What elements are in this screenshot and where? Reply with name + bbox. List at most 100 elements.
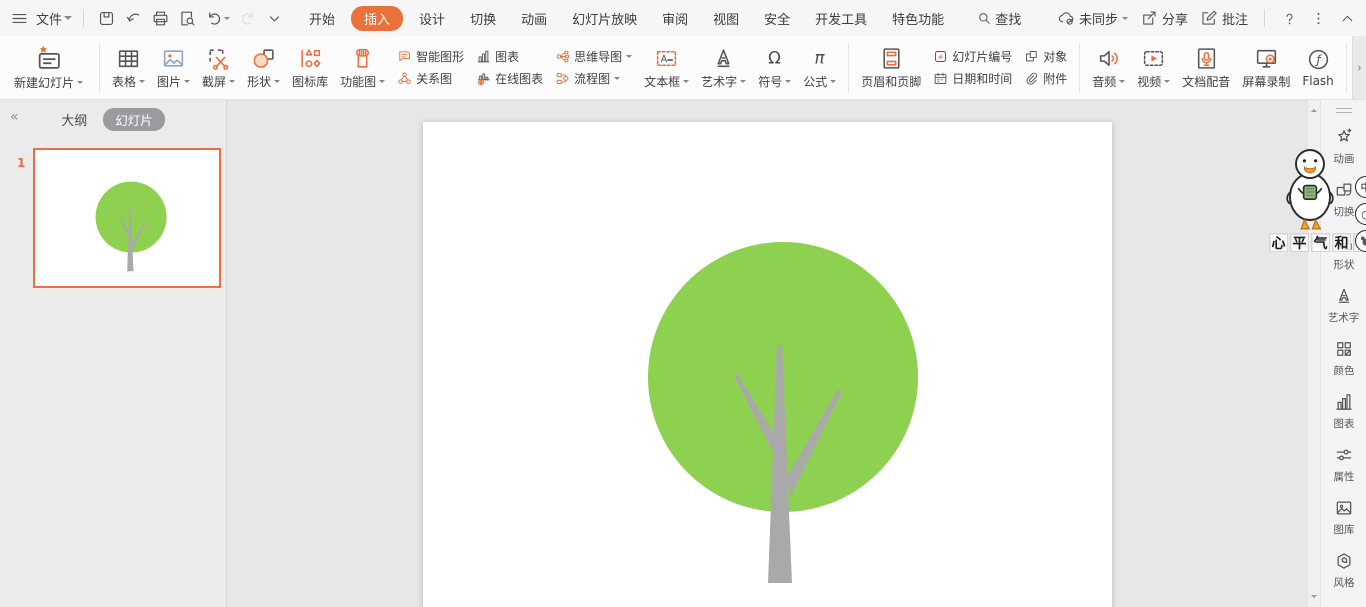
shapes-button-label: 形状 [247,73,280,90]
share-button[interactable]: 分享 [1140,9,1188,28]
tab-design[interactable]: 设计 [410,6,454,31]
tab-slides[interactable]: 幻灯片 [103,108,165,131]
ribbon-group-divider [1346,43,1347,93]
scroll-up-button[interactable] [1311,106,1317,112]
sidebar-color[interactable]: 颜色 [1321,339,1366,385]
slide-number-button[interactable]: #幻灯片编号 [933,48,1012,65]
tab-devtools[interactable]: 开发工具 [806,6,876,31]
video-button[interactable]: 视频 [1131,43,1176,93]
editing-canvas[interactable] [227,100,1307,607]
mindmap-button[interactable]: 思维导图 [555,48,632,65]
attachment-icon [1024,71,1039,86]
panel-collapse-button[interactable]: « [10,109,17,125]
chart-button[interactable]: 图表 [476,48,543,65]
audio-button-label: 音频 [1092,73,1125,90]
symbol-button[interactable]: Ω符号 [752,43,797,93]
save-button[interactable] [95,7,118,30]
undo-button[interactable] [203,7,232,30]
ribbon-expand-button[interactable]: › [1352,36,1366,99]
formula-button[interactable]: π公式 [797,43,842,93]
icon-library-button[interactable]: 图标库 [286,43,334,93]
voiceover-icon [1194,46,1219,71]
pet-caption-char: 气 [1311,233,1330,252]
datetime-button[interactable]: 日期和时间 [933,70,1012,87]
relation-button[interactable]: 关系图 [397,70,464,87]
svg-text:π: π [815,48,826,67]
search-button[interactable]: 查找 [976,9,1021,28]
tab-special-features[interactable]: 特色功能 [883,6,953,31]
sidebar-drag-handle[interactable] [1336,108,1352,113]
pet-lang-button[interactable]: 中 [1355,176,1366,198]
file-menu-button[interactable]: 文件 [36,9,72,28]
picture-button[interactable]: 图片 [151,43,196,93]
table-button[interactable]: 表格 [106,43,151,93]
flash-button[interactable]: ƒFlash [1296,44,1339,91]
screenshot-button[interactable]: 截屏 [196,43,241,93]
audio-button[interactable]: 音频 [1086,43,1131,93]
sidebar-wordart-label: 艺术字 [1328,309,1359,324]
header-footer-button[interactable]: 页眉和页脚 [855,43,927,93]
slide-page[interactable] [423,122,1112,607]
tab-insert[interactable]: 插入 [351,6,403,31]
comment-button[interactable]: 批注 [1200,9,1248,28]
tree-graphic[interactable] [423,122,1112,607]
smartart-button[interactable]: 智能图形 [397,48,464,65]
symbol-button-label: 符号 [758,73,791,90]
flash-button-label: Flash [1302,74,1333,88]
kebab-icon [1310,10,1327,27]
screen-record-button-label: 屏幕录制 [1242,73,1290,90]
qat-more-button[interactable] [263,7,286,30]
pet-sticker-button[interactable] [1355,230,1366,252]
shapes-button[interactable]: 形状 [241,43,286,93]
tab-slideshow[interactable]: 幻灯片放映 [563,6,646,31]
tab-review[interactable]: 审阅 [653,6,697,31]
sidebar-properties[interactable]: 属性 [1321,445,1366,491]
table-icon [116,46,141,71]
function-diagram-button[interactable]: 功能图 [334,43,391,93]
sidebar-style[interactable]: 风格 [1321,551,1366,597]
ribbon-stack-group: 图表在线图表 [470,48,549,87]
attachment-button[interactable]: 附件 [1024,70,1067,87]
wordart-button[interactable]: 艺术字 [695,43,752,93]
tab-transition[interactable]: 切换 [461,6,505,31]
sidebar-chart[interactable]: 图表 [1321,392,1366,438]
pet-contrast-button[interactable]: ◑ [1355,203,1366,225]
tab-home[interactable]: 开始 [300,6,344,31]
sidebar-wordart[interactable]: 艺术字 [1321,286,1366,332]
more-options-button[interactable] [1310,10,1327,27]
scroll-down-button[interactable] [1311,595,1317,601]
new-slide-button[interactable]: 新建幻灯片 [4,41,93,94]
tab-security[interactable]: 安全 [755,6,799,31]
help-button[interactable] [1281,10,1298,27]
online-chart-button[interactable]: 在线图表 [476,70,543,87]
flowchart-icon [555,71,570,86]
shapes-icon [251,46,276,71]
collapse-ribbon-button[interactable] [1339,10,1356,27]
ribbon-group-divider [99,43,100,93]
export-button[interactable] [122,7,145,30]
screenshot-button-label: 截屏 [202,73,235,90]
print-preview-button[interactable] [176,7,199,30]
tab-view[interactable]: 视图 [704,6,748,31]
textbox-button[interactable]: A文本框 [638,43,695,93]
sync-status-button[interactable]: 未同步 [1057,9,1128,28]
flowchart-button[interactable]: 流程图 [555,70,632,87]
gallery-icon [1334,498,1354,518]
screen-record-button[interactable]: 屏幕录制 [1236,43,1296,93]
desktop-pet-duck[interactable] [1278,142,1342,234]
dropdown-arrow-icon [1164,80,1170,86]
undo-icon [205,9,224,28]
slide-1-thumbnail[interactable] [33,148,221,288]
redo-button[interactable] [236,7,259,30]
print-button[interactable] [149,7,172,30]
voiceover-button[interactable]: 文档配音 [1176,43,1236,93]
tab-outline[interactable]: 大纲 [61,110,87,129]
object-button[interactable]: 对象 [1024,48,1067,65]
tab-animation[interactable]: 动画 [512,6,556,31]
screen-record-icon [1254,46,1279,71]
pet-mini-buttons: 中◑ [1355,176,1366,252]
sidebar-gallery[interactable]: 图库 [1321,498,1366,544]
dropdown-arrow-icon [830,80,836,86]
wordart-button-label: 艺术字 [701,73,746,90]
main-menu-icon[interactable] [10,9,29,28]
